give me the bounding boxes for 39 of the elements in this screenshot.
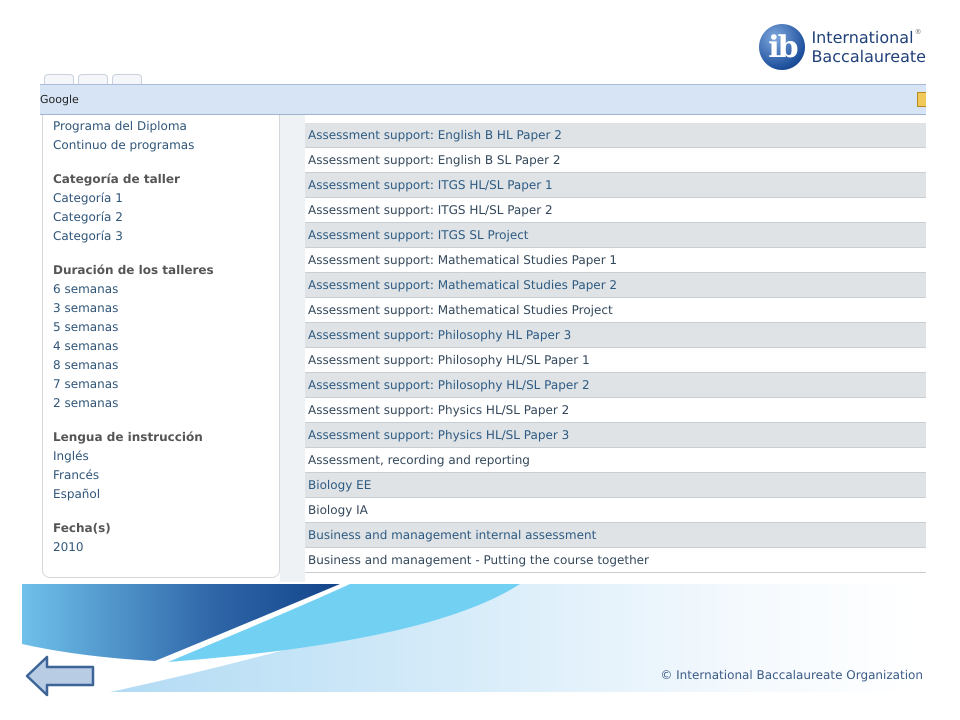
filter-link[interactable]: Inglés [53, 447, 89, 466]
filter-link[interactable]: Categoría 3 [53, 227, 123, 246]
filter-heading: Lengua de instrucción [53, 429, 203, 446]
browser-tab[interactable] [112, 74, 142, 84]
filter-link[interactable]: Continuo de programas [53, 136, 194, 155]
filter-heading: Duración de los talleres [53, 262, 214, 279]
filter-heading: Categoría de taller [53, 171, 180, 188]
result-row[interactable]: Assessment support: Mathematical Studies Paper 2 [305, 273, 926, 298]
filter-link[interactable]: 3 semanas [53, 299, 118, 318]
filter-link[interactable]: 6 semanas [53, 280, 118, 299]
filter-link[interactable]: Francés [53, 466, 100, 485]
filter-link[interactable]: 5 semanas [53, 318, 118, 337]
filter-link[interactable]: 2 semanas [53, 394, 118, 413]
result-row[interactable]: Assessment support: Philosophy HL/SL Paper 2 [305, 373, 926, 398]
browser-tab[interactable] [78, 74, 108, 84]
folder-icon[interactable] [917, 92, 926, 107]
result-row[interactable]: Assessment support: Physics HL/SL Paper 3 [305, 423, 926, 448]
filter-link[interactable]: Programa del Diploma [53, 117, 187, 136]
back-arrow-button[interactable] [25, 655, 95, 697]
result-row[interactable]: Business and management internal assessment [305, 523, 926, 548]
logo-mark: ib [759, 24, 806, 70]
result-row[interactable]: Assessment support: English B HL Paper 2 [305, 123, 926, 148]
filter-link[interactable]: 4 semanas [53, 337, 118, 356]
logo-wordmark: Baccalaureate [811, 47, 926, 66]
filter-link[interactable]: 2010 [53, 538, 84, 557]
logo-wordmark: International [811, 28, 914, 47]
filter-link[interactable]: Categoría 1 [53, 189, 123, 208]
filter-link[interactable]: 8 semanas [53, 356, 118, 375]
result-row[interactable]: Assessment support: ITGS SL Project [305, 223, 926, 248]
copyright-text: © International Baccalaureate Organization [660, 668, 923, 682]
toolbar-label[interactable]: Google [40, 93, 79, 106]
filter-heading: Fecha(s) [53, 520, 111, 537]
result-row[interactable]: Assessment support: Philosophy HL Paper 3 [305, 323, 926, 348]
browser-tab[interactable] [44, 74, 74, 84]
result-row[interactable]: Biology EE [305, 473, 926, 498]
result-row[interactable]: Assessment support: ITGS HL/SL Paper 1 [305, 173, 926, 198]
filter-link[interactable]: Español [53, 485, 100, 504]
filter-link[interactable]: Categoría 2 [53, 208, 123, 227]
filter-link[interactable]: 7 semanas [53, 375, 118, 394]
